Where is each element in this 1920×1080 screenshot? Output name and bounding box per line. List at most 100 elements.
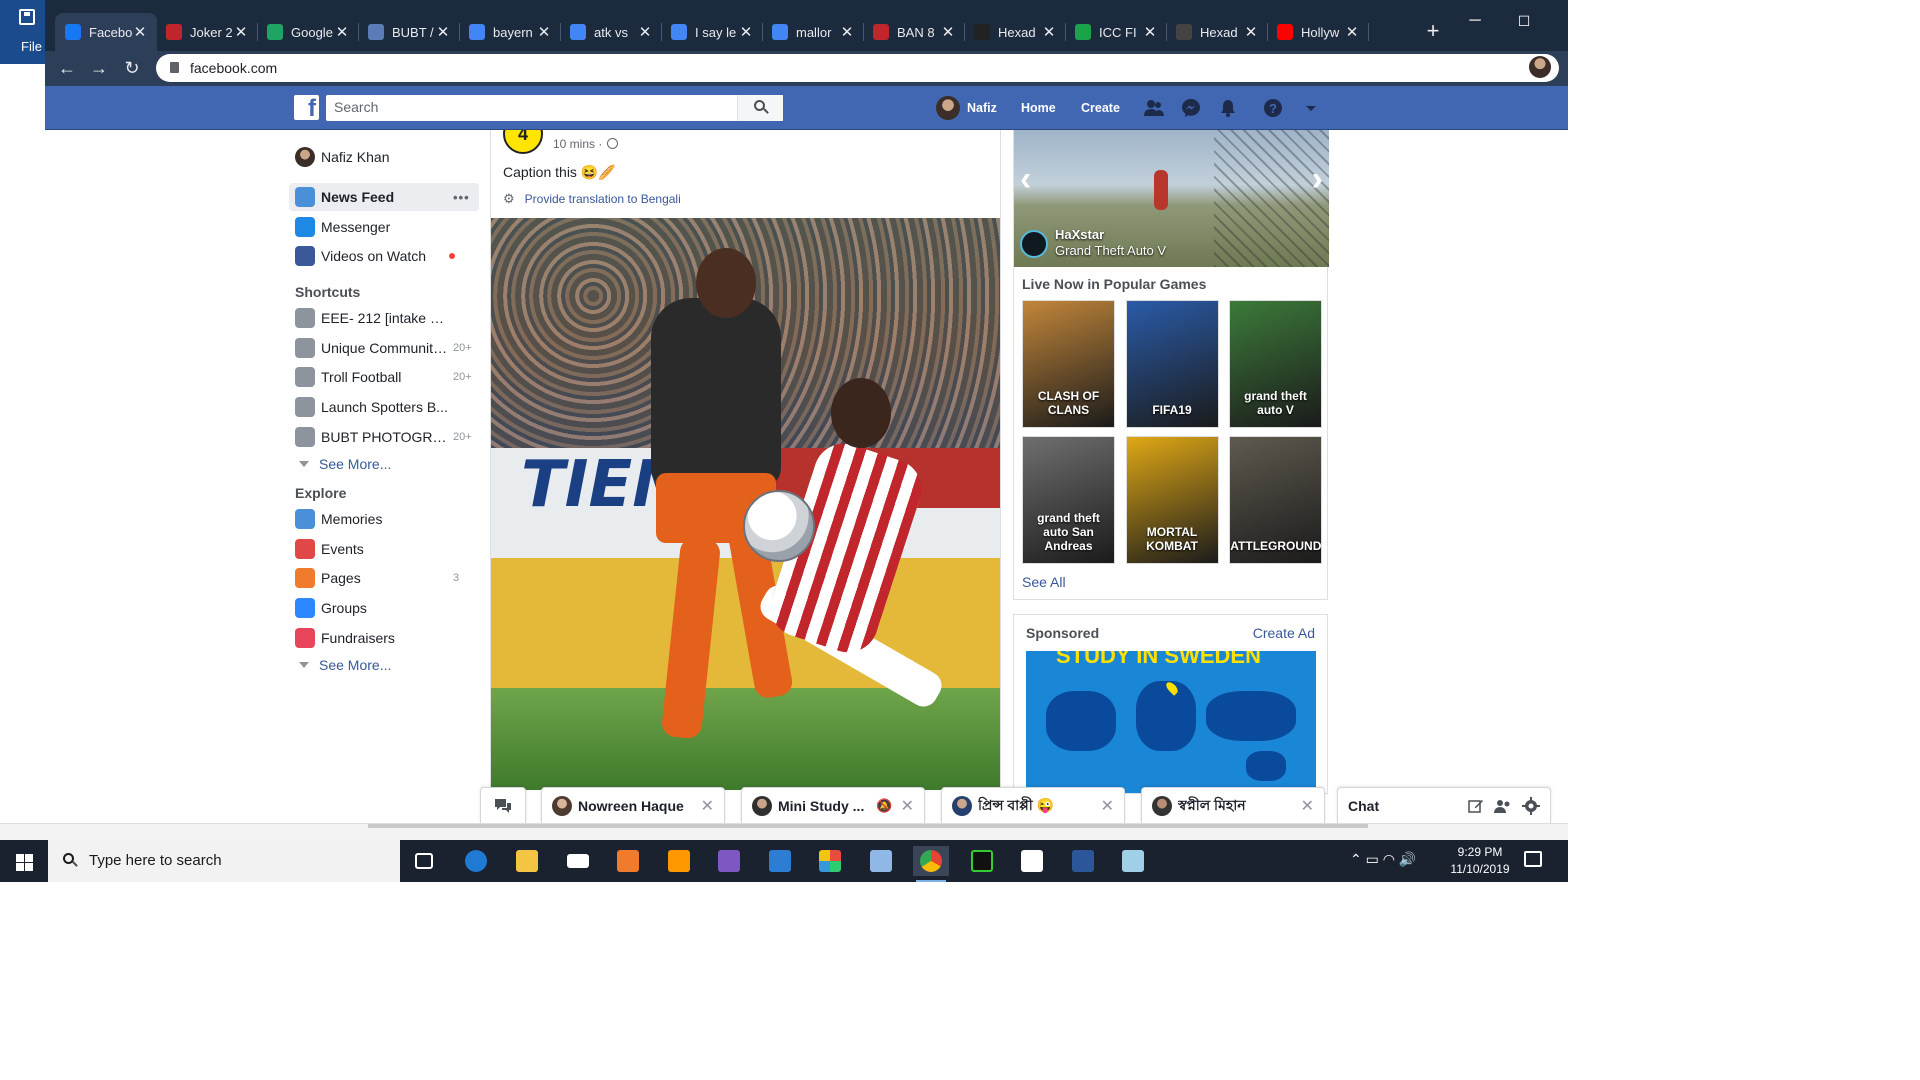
browser-tab[interactable]: mallor ✕ xyxy=(762,13,864,51)
3d-viewer-icon[interactable] xyxy=(863,846,899,876)
close-icon[interactable]: ✕ xyxy=(1345,23,1359,41)
browser-tab[interactable]: Hexad ✕ xyxy=(1166,13,1268,51)
sidebar-shortcut-item[interactable]: BUBT PHOTOGRA... 20+ xyxy=(289,423,479,451)
reload-button[interactable]: ↻ xyxy=(118,54,146,82)
game-tile[interactable]: CLASH OF CLANS xyxy=(1022,300,1115,428)
word-icon[interactable] xyxy=(1065,846,1101,876)
translate-link[interactable]: ⚙ Provide translation to Bengali xyxy=(503,191,681,207)
close-icon[interactable]: ✕ xyxy=(1244,23,1258,41)
address-bar[interactable]: facebook.com ☆ xyxy=(156,54,1559,82)
sublime-text-icon[interactable] xyxy=(661,846,697,876)
muted-bell-icon[interactable]: 🔕 xyxy=(876,798,892,814)
horizontal-scrollbar[interactable] xyxy=(368,824,1368,828)
game-tile[interactable]: grand theft auto V xyxy=(1229,300,1322,428)
close-icon[interactable]: ✕ xyxy=(1042,23,1056,41)
browser-tab[interactable]: bayern ✕ xyxy=(459,13,561,51)
file-explorer-icon[interactable] xyxy=(509,846,545,876)
app-icon[interactable] xyxy=(1115,846,1151,876)
streamer-name[interactable]: HaXstar xyxy=(1055,227,1104,242)
close-icon[interactable]: ✕ xyxy=(941,23,955,41)
chat-sidebar-tab[interactable]: Chat xyxy=(1337,787,1551,823)
chevron-left-icon[interactable]: ‹ xyxy=(1020,160,1031,199)
minimize-button[interactable]: ─ xyxy=(1460,8,1490,34)
close-icon[interactable]: ✕ xyxy=(701,796,714,816)
sidebar-shortcut-item[interactable]: Troll Football 20+ xyxy=(289,363,479,391)
close-icon[interactable]: ✕ xyxy=(436,23,450,41)
facebook-logo[interactable]: f xyxy=(294,95,319,122)
system-tray[interactable]: ⌃ ▭ ◠ 🔊 xyxy=(1350,851,1416,868)
notifications-icon[interactable] xyxy=(1524,851,1542,867)
browser-profile-avatar[interactable] xyxy=(1529,56,1551,78)
clock[interactable]: 9:29 PM 11/10/2019 xyxy=(1440,844,1520,878)
close-icon[interactable]: ✕ xyxy=(739,23,753,41)
chat-tab[interactable]: Nowreen Haque ✕ xyxy=(541,787,725,823)
terminal-icon[interactable] xyxy=(964,846,1000,876)
sidebar-shortcut-item[interactable]: Launch Spotters B... xyxy=(289,393,479,421)
gear-icon[interactable] xyxy=(1522,796,1540,815)
see-all-link[interactable]: See All xyxy=(1022,574,1066,590)
browser-tab[interactable]: BUBT / ✕ xyxy=(358,13,460,51)
app-icon[interactable] xyxy=(610,846,646,876)
profile-link[interactable]: Nafiz xyxy=(967,86,997,130)
browser-tab[interactable]: Joker 2 ✕ xyxy=(156,13,258,51)
post-photo[interactable]: TIEN xyxy=(491,218,1000,790)
browser-tab[interactable]: atk vs ✕ xyxy=(560,13,662,51)
sidebar-item-groups[interactable]: Groups xyxy=(289,594,479,622)
close-icon[interactable]: ✕ xyxy=(537,23,551,41)
start-button[interactable] xyxy=(0,840,48,882)
new-tab-button[interactable]: + xyxy=(1422,17,1444,45)
see-more-shortcuts-link[interactable]: See More... xyxy=(295,456,391,472)
notifications-bell-icon[interactable] xyxy=(1218,98,1238,118)
close-icon[interactable]: ✕ xyxy=(1301,796,1314,816)
mail-icon[interactable] xyxy=(560,846,596,876)
post-timestamp[interactable]: 10 mins · xyxy=(553,137,602,151)
close-icon[interactable]: ✕ xyxy=(901,796,914,816)
visual-studio-icon[interactable] xyxy=(711,846,747,876)
sidebar-item-memories[interactable]: Memories xyxy=(289,505,479,533)
home-link[interactable]: Home xyxy=(1021,86,1056,130)
chat-conversations-button[interactable] xyxy=(480,787,526,823)
sidebar-item-fundraisers[interactable]: Fundraisers xyxy=(289,624,479,652)
browser-tab[interactable]: ICC FI ✕ xyxy=(1065,13,1167,51)
close-icon[interactable]: ✕ xyxy=(840,23,854,41)
taskbar-search[interactable]: Type here to search xyxy=(48,840,400,882)
sponsored-ad-image[interactable]: STUDY IN SWEDEN xyxy=(1026,651,1316,793)
messenger-icon[interactable] xyxy=(1181,98,1201,118)
friend-requests-icon[interactable] xyxy=(1144,98,1164,118)
browser-tab[interactable]: Google ✕ xyxy=(257,13,359,51)
search-button[interactable] xyxy=(737,95,783,121)
browser-tab[interactable]: Facebook✕ xyxy=(55,13,157,51)
sidebar-item-events[interactable]: Events xyxy=(289,535,479,563)
save-icon[interactable] xyxy=(19,9,35,25)
new-message-icon[interactable] xyxy=(1468,798,1484,814)
live-game-video[interactable]: ‹ › HaXstar Grand Theft Auto V xyxy=(1014,130,1329,267)
browser-tab[interactable]: Hollyw ✕ xyxy=(1267,13,1369,51)
see-more-explore-link[interactable]: See More... xyxy=(295,657,391,673)
close-icon[interactable]: ✕ xyxy=(1143,23,1157,41)
game-tile[interactable]: grand theft auto San Andreas xyxy=(1022,436,1115,564)
close-icon[interactable]: ✕ xyxy=(234,23,248,41)
sidebar-item-videos-on-watch[interactable]: Videos on Watch xyxy=(289,242,479,270)
sidebar-item-news-feed[interactable]: News Feed ••• xyxy=(289,183,479,211)
chevron-right-icon[interactable]: › xyxy=(1312,160,1323,199)
browser-tab[interactable]: Hexad ✕ xyxy=(964,13,1066,51)
photos-icon[interactable] xyxy=(1014,846,1050,876)
avatar[interactable] xyxy=(936,96,960,120)
chat-tab[interactable]: Mini Study ... 🔕 ✕ xyxy=(741,787,925,823)
task-view-button[interactable] xyxy=(406,846,442,876)
post-author-avatar[interactable]: 4 xyxy=(503,130,543,154)
sidebar-shortcut-item[interactable]: EEE- 212 [intake 3... xyxy=(289,304,479,332)
close-icon[interactable]: ✕ xyxy=(335,23,349,41)
game-tile[interactable]: MORTAL KOMBAT xyxy=(1125,436,1219,564)
chevron-down-icon[interactable] xyxy=(1301,98,1321,118)
office-icon[interactable] xyxy=(812,846,848,876)
search-input[interactable] xyxy=(326,95,726,119)
browser-tab[interactable]: I say le ✕ xyxy=(661,13,763,51)
more-options-icon[interactable]: ••• xyxy=(453,190,470,205)
game-tile[interactable]: BATTLEGROUNDS xyxy=(1229,436,1322,564)
create-link[interactable]: Create xyxy=(1081,86,1120,130)
game-tile[interactable]: FIFA19 xyxy=(1125,300,1219,428)
close-icon[interactable]: ✕ xyxy=(638,23,652,41)
back-button[interactable]: ← xyxy=(53,54,81,82)
sidebar-item-messenger[interactable]: Messenger xyxy=(289,213,479,241)
